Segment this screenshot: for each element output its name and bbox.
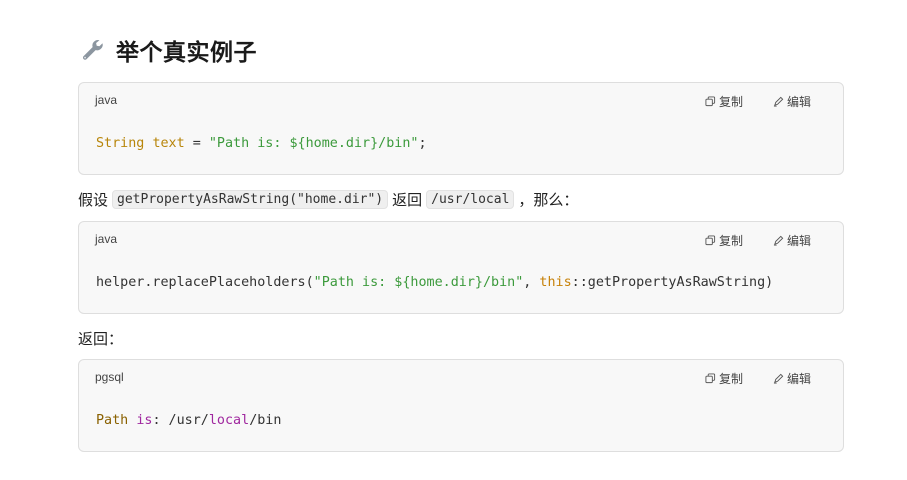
edit-label: 编辑 [786, 95, 811, 109]
code-rest-2: /bin [249, 413, 282, 428]
paragraph-1: 假设 getPropertyAsRawString("home.dir") 返回… [78, 187, 578, 211]
code-language-label: java [95, 93, 118, 107]
copy-icon [705, 235, 716, 246]
copy-label: 复制 [718, 372, 743, 386]
pencil-icon [773, 373, 784, 384]
pencil-icon [773, 96, 784, 107]
code-content: Path is: /usr/local/bin [96, 413, 281, 428]
code-var: text [152, 136, 185, 151]
edit-button[interactable]: 编辑 [773, 232, 811, 249]
code-block-1: java 复制 编辑 String text = "Path is: ${hom… [78, 82, 844, 175]
inline-code-1: getPropertyAsRawString("home.dir") [112, 189, 389, 209]
copy-label: 复制 [718, 234, 743, 248]
paragraph-2: 返回： [78, 326, 123, 350]
code-ref: ::getPropertyAsRawString) [571, 275, 774, 290]
code-language-label: pgsql [95, 370, 124, 384]
code-word-3: local [208, 413, 250, 428]
code-string: "Path is: ${home.dir}/bin" [208, 136, 419, 151]
inline-code-2: /usr/local [426, 189, 515, 209]
code-actions: 复制 编辑 [705, 232, 811, 249]
code-comma: , [523, 275, 540, 290]
para1-prefix: 假设 [78, 190, 109, 209]
code-word-1: Path [96, 413, 129, 428]
copy-label: 复制 [718, 95, 743, 109]
edit-button[interactable]: 编辑 [773, 370, 811, 387]
code-actions: 复制 编辑 [705, 370, 811, 387]
code-rest-1: : /usr/ [152, 413, 209, 428]
code-this: this [539, 275, 572, 290]
code-language-label: java [95, 232, 118, 246]
code-actions: 复制 编辑 [705, 93, 811, 110]
copy-icon [705, 373, 716, 384]
code-block-3: pgsql 复制 编辑 Path is: /usr/local/bin [78, 359, 844, 452]
para1-mid: 返回 [392, 190, 423, 209]
edit-label: 编辑 [786, 234, 811, 248]
code-type: String [96, 136, 145, 151]
wrench-icon [80, 37, 106, 63]
edit-button[interactable]: 编辑 [773, 93, 811, 110]
code-word-2: is [136, 413, 153, 428]
page-title: 举个真实例子 [116, 40, 257, 66]
code-content: String text = "Path is: ${home.dir}/bin"… [96, 136, 427, 151]
edit-label: 编辑 [786, 372, 811, 386]
code-block-2: java 复制 编辑 helper.replacePlaceholders("P… [78, 221, 844, 314]
pencil-icon [773, 235, 784, 246]
copy-button[interactable]: 复制 [705, 93, 743, 110]
section-heading: 举个真实例子 [80, 33, 257, 67]
copy-button[interactable]: 复制 [705, 232, 743, 249]
code-string: "Path is: ${home.dir}/bin" [313, 275, 524, 290]
copy-icon [705, 96, 716, 107]
para1-suffix: ，那么： [518, 190, 579, 209]
code-eq: = [184, 136, 209, 151]
copy-button[interactable]: 复制 [705, 370, 743, 387]
code-content: helper.replacePlaceholders("Path is: ${h… [96, 275, 773, 290]
para2-text: 返回： [78, 329, 124, 348]
code-end: ; [418, 136, 427, 151]
code-call: helper.replacePlaceholders( [96, 275, 314, 290]
